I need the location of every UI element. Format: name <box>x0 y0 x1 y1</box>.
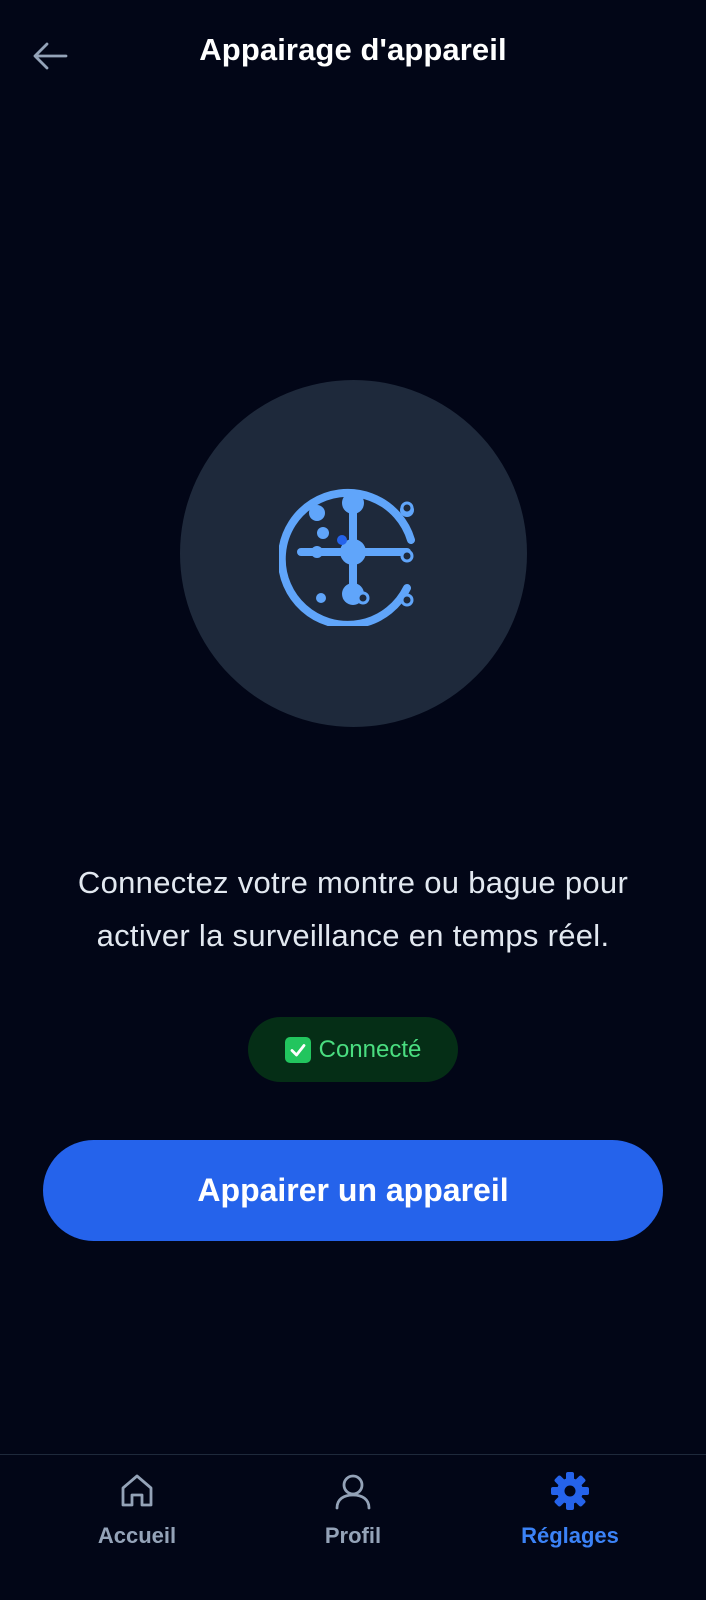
instruction-text: Connectez votre montre ou bague pour act… <box>77 865 629 953</box>
connection-status-badge: Connecté <box>248 1017 458 1082</box>
nav-label-settings: Réglages <box>521 1523 619 1548</box>
device-illustration <box>180 380 527 727</box>
check-mark-icon <box>284 1036 311 1063</box>
status-label: Connecté <box>318 1035 422 1063</box>
nav-label-profile: Profil <box>324 1523 382 1548</box>
bottom-navigation: Accueil Profil Réglages <box>0 1454 706 1600</box>
top-bar: Appairage d'appareil <box>0 0 706 110</box>
user-icon <box>333 1471 373 1511</box>
nav-item-settings[interactable]: Réglages <box>490 1471 650 1549</box>
device-sensor-icon <box>278 488 415 626</box>
home-icon <box>117 1471 157 1511</box>
page-title: Appairage d'appareil <box>199 32 507 67</box>
nav-label-home: Accueil <box>97 1523 177 1548</box>
gear-icon <box>550 1471 590 1511</box>
pair-device-button[interactable]: Appairer un appareil <box>43 1140 663 1241</box>
nav-item-profile[interactable]: Profil <box>273 1471 433 1549</box>
nav-item-home[interactable]: Accueil <box>57 1471 217 1549</box>
